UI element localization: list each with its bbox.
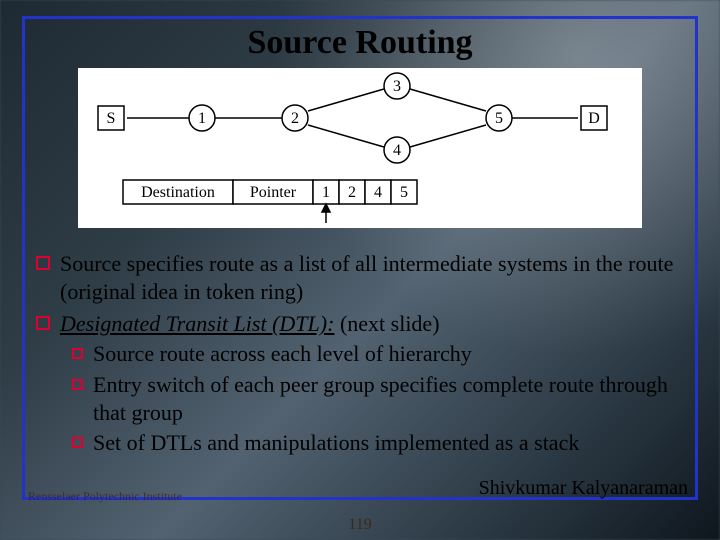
node-3-label: 3	[393, 78, 401, 95]
bullet-list: Source specifies route as a list of all …	[36, 246, 684, 457]
bullet-marker-icon	[72, 379, 83, 390]
bullet-marker-icon	[36, 256, 50, 270]
bullet-2-emph: Designated Transit List (DTL):	[60, 311, 334, 336]
node-4-label: 4	[393, 142, 401, 159]
hdr-5: 5	[400, 184, 408, 201]
node-1-label: 1	[198, 110, 206, 127]
page-number: 119	[348, 516, 371, 534]
bullet-1: Source specifies route as a list of all …	[36, 250, 684, 306]
bullet-2b-text: Entry switch of each peer group specifie…	[93, 371, 684, 427]
footer-author: Shivkumar Kalyanaraman	[479, 477, 688, 500]
bullet-2-tail: (next slide)	[334, 311, 439, 336]
bullet-2a: Source route across each level of hierar…	[72, 340, 684, 368]
bullet-1-text: Source specifies route as a list of all …	[60, 250, 684, 306]
hdr-destination: Destination	[141, 184, 215, 201]
hdr-2: 2	[348, 184, 356, 201]
bullet-2c-text: Set of DTLs and manipulations implemente…	[93, 429, 684, 457]
bullet-2b: Entry switch of each peer group specifie…	[72, 371, 684, 427]
node-5-label: 5	[495, 110, 503, 127]
bullet-marker-icon	[72, 437, 83, 448]
bullet-marker-icon	[72, 348, 83, 359]
bullet-2a-text: Source route across each level of hierar…	[93, 340, 684, 368]
hdr-pointer: Pointer	[250, 184, 297, 201]
node-s-label: S	[107, 110, 116, 127]
bullet-2c: Set of DTLs and manipulations implemente…	[72, 429, 684, 457]
node-2-label: 2	[291, 110, 299, 127]
node-d-label: D	[588, 110, 600, 127]
bullet-2-text: Designated Transit List (DTL): (next sli…	[60, 310, 684, 338]
slide-title: Source Routing	[0, 24, 720, 62]
routing-diagram: S 1 2 3 4 5 D Destination Pointer 1 2	[78, 68, 642, 228]
hdr-1: 1	[322, 184, 330, 201]
bullet-2: Designated Transit List (DTL): (next sli…	[36, 310, 684, 338]
footer-institute: Rensselaer Polytechnic Institute	[28, 489, 182, 504]
hdr-4: 4	[374, 184, 382, 201]
bullet-marker-icon	[36, 316, 50, 330]
